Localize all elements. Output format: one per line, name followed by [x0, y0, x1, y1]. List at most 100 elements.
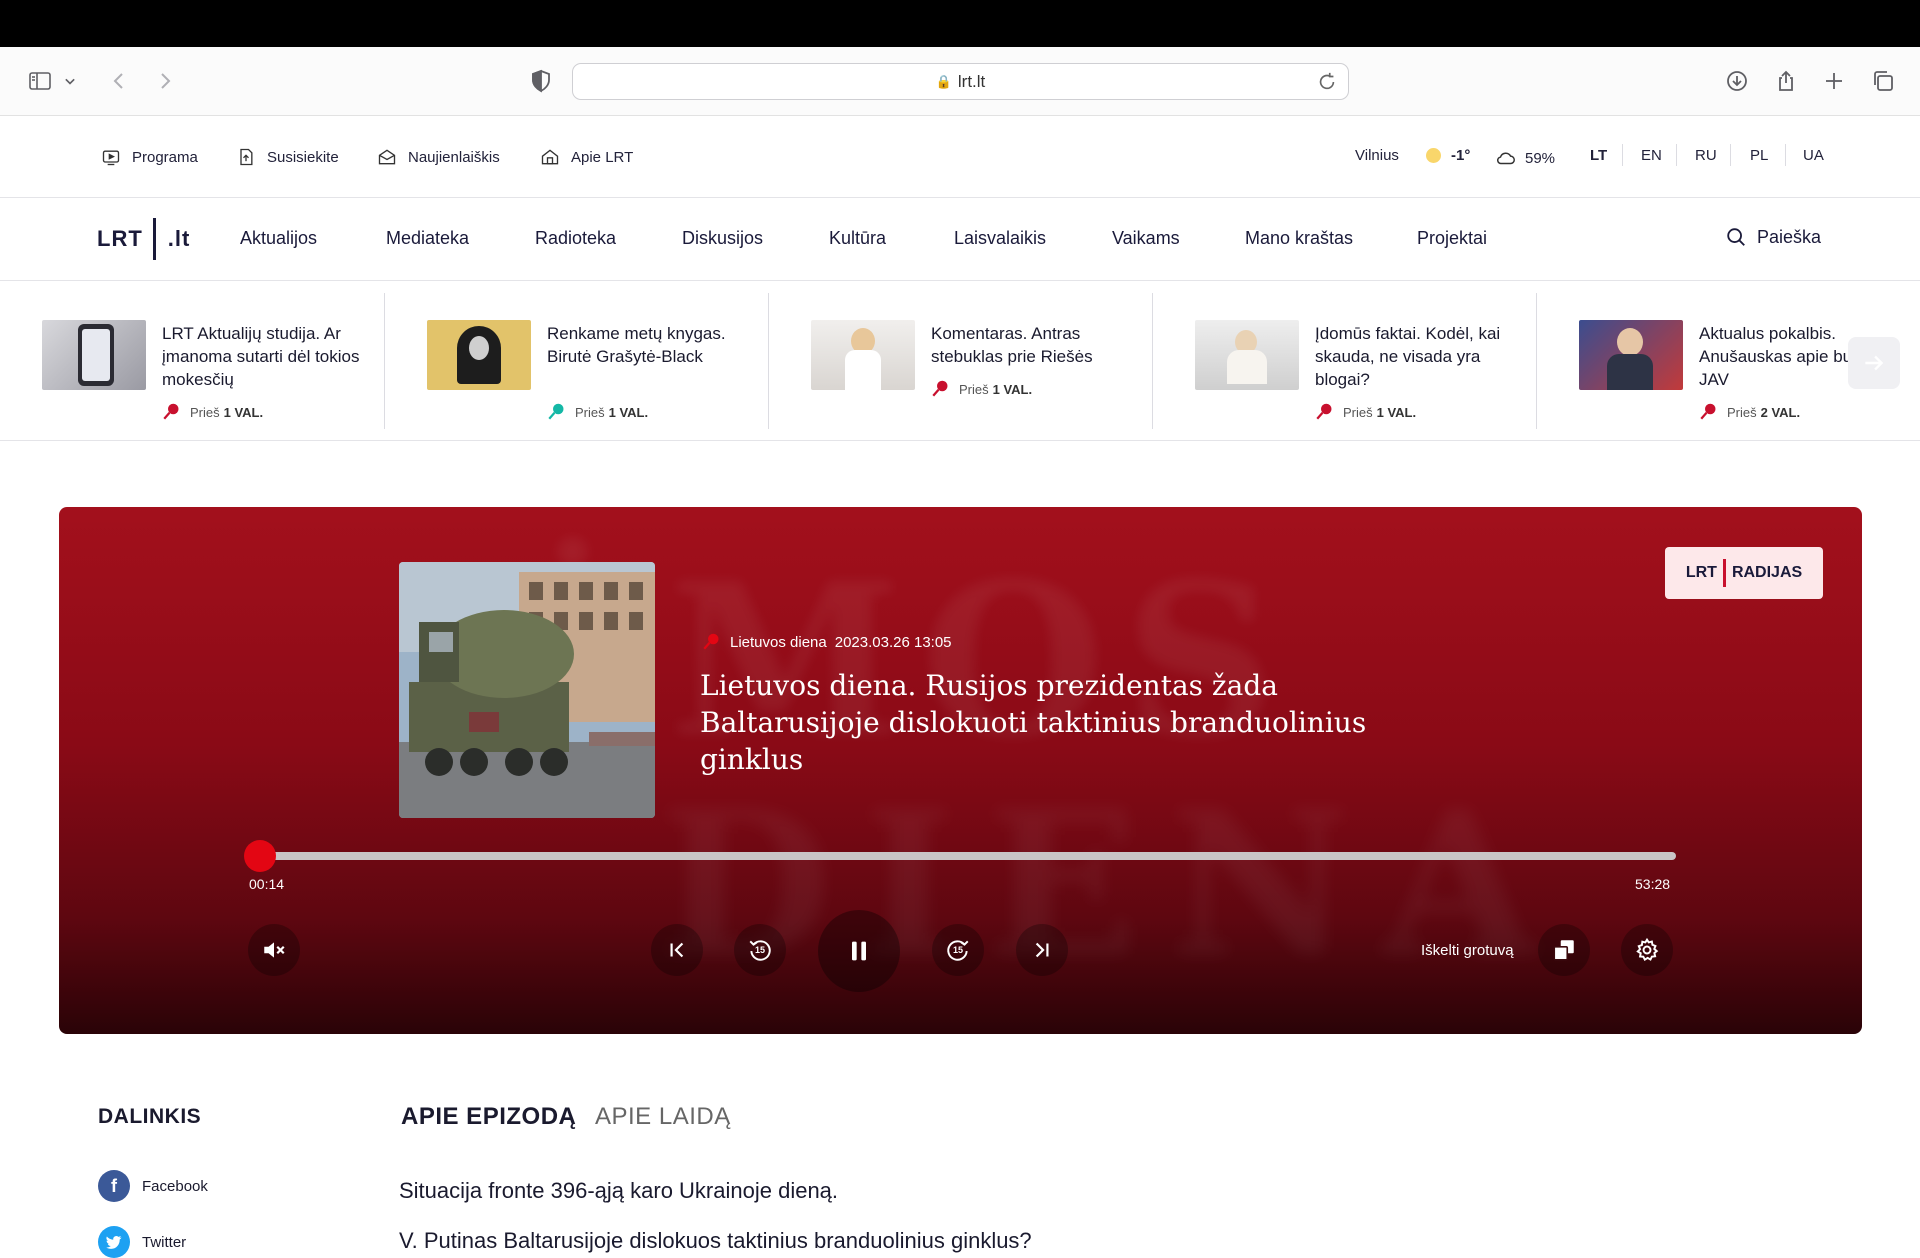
- ticker-item[interactable]: LRT Aktualijų studija. Ar įmanoma sutart…: [0, 292, 384, 430]
- nav-diskusijos[interactable]: Diskusijos: [682, 228, 763, 249]
- thumbnail-image: [1579, 320, 1683, 390]
- popout-icon: [1553, 940, 1574, 961]
- settings-button[interactable]: [1621, 924, 1673, 976]
- next-button[interactable]: [1016, 924, 1068, 976]
- microphone-icon: [1316, 403, 1332, 420]
- utility-bar: Programa Susisiekite Naujienlaiškis Apie…: [0, 116, 1920, 198]
- ticker-meta: Prieš 1 VAL.: [162, 403, 263, 421]
- sidebar-toggle-icon[interactable]: [24, 65, 56, 97]
- shield-icon[interactable]: [525, 65, 557, 97]
- search-button[interactable]: Paieška: [1725, 226, 1821, 248]
- lock-icon: 🔒: [935, 73, 952, 89]
- news-ticker: LRT Aktualijų studija. Ar įmanoma sutart…: [0, 281, 1920, 441]
- url-text: lrt.lt: [957, 71, 986, 91]
- divider: [1622, 144, 1623, 166]
- episode-cover-image: [399, 562, 655, 818]
- upload-doc-icon: [240, 148, 253, 166]
- arrow-right-icon: [1865, 355, 1884, 371]
- facebook-icon: f: [98, 1170, 130, 1202]
- share-icon[interactable]: [1770, 65, 1802, 97]
- ticker-item[interactable]: Įdomūs faktai. Kodėl, kai skauda, ne vis…: [1153, 292, 1537, 430]
- microphone-icon: [548, 403, 564, 420]
- lang-ru[interactable]: RU: [1695, 147, 1717, 164]
- ticker-meta: Prieš 1 VAL.: [1315, 403, 1416, 421]
- tabs-overview-icon[interactable]: [1867, 65, 1899, 97]
- twitter-icon: [98, 1226, 130, 1258]
- nav-mediateka[interactable]: Mediateka: [386, 228, 469, 249]
- show-name[interactable]: Lietuvos diena: [730, 634, 827, 651]
- tab-apie-epizoda[interactable]: APIE EPIZODĄ: [401, 1103, 576, 1131]
- forward-icon[interactable]: [149, 65, 181, 97]
- util-item-naujienlaiskis[interactable]: Naujienlaiškis: [377, 147, 500, 167]
- chevron-down-icon[interactable]: [60, 65, 80, 97]
- lang-lt[interactable]: LT: [1590, 147, 1607, 164]
- lang-en[interactable]: EN: [1641, 147, 1662, 164]
- lang-pl[interactable]: PL: [1750, 147, 1768, 164]
- reload-icon[interactable]: [1316, 71, 1338, 93]
- share-twitter[interactable]: Twitter: [98, 1226, 186, 1258]
- rewind-15-button[interactable]: 15: [734, 924, 786, 976]
- microphone-icon: [1700, 403, 1716, 420]
- util-item-susisiekite[interactable]: Susisiekite: [236, 147, 339, 167]
- nav-aktualijos[interactable]: Aktualijos: [240, 228, 317, 249]
- divider: [1676, 144, 1677, 166]
- lrt-logo[interactable]: LRT .lt: [97, 218, 190, 260]
- gear-icon: [1636, 937, 1659, 962]
- nav-projektai[interactable]: Projektai: [1417, 228, 1487, 249]
- mute-button[interactable]: [248, 924, 300, 976]
- microphone-icon: [163, 403, 179, 420]
- ticker-item[interactable]: Komentaras. Antras stebuklas prie Riešės…: [769, 292, 1153, 430]
- main-navigation: LRT .lt Aktualijos Mediateka Radioteka D…: [0, 198, 1920, 281]
- nav-vaikams[interactable]: Vaikams: [1112, 228, 1180, 249]
- forward-15-button[interactable]: 15: [932, 924, 984, 976]
- search-icon: [1727, 228, 1745, 246]
- cloud-icon: [1497, 152, 1515, 165]
- popout-label[interactable]: Iškelti grotuvą: [1421, 942, 1514, 959]
- pause-button[interactable]: [818, 910, 900, 992]
- thumbnail-image: [1195, 320, 1299, 390]
- nav-mano-krastas[interactable]: Mano kraštas: [1245, 228, 1353, 249]
- system-status-bar: [0, 0, 1920, 47]
- progress-bar[interactable]: [244, 840, 1676, 872]
- weather-city: Vilnius: [1355, 147, 1399, 164]
- util-item-apie-lrt[interactable]: Apie LRT: [540, 147, 633, 167]
- back-icon[interactable]: [103, 65, 135, 97]
- divider: [1785, 144, 1786, 166]
- envelope-icon: [378, 149, 396, 165]
- audio-player: ĖMOS DIENA LRT RADIJAS Lietuvos diena 20…: [59, 507, 1862, 1034]
- tv-icon: [102, 150, 120, 166]
- weather-temp: -1°: [1426, 147, 1470, 164]
- sun-icon: [1426, 148, 1441, 163]
- util-item-programa[interactable]: Programa: [101, 147, 198, 167]
- share-facebook[interactable]: f Facebook: [98, 1170, 208, 1202]
- nav-laisvalaikis[interactable]: Laisvalaikis: [954, 228, 1046, 249]
- microphone-icon: [932, 380, 948, 397]
- skip-next-icon: [1035, 942, 1049, 958]
- total-duration: 53:28: [1635, 876, 1671, 892]
- progress-handle[interactable]: [244, 840, 277, 872]
- ticker-title: Renkame metų knygas. Birutė Grašytė-Blac…: [547, 324, 726, 366]
- browser-toolbar: 🔒 lrt.lt: [0, 47, 1920, 116]
- download-icon[interactable]: [1721, 65, 1753, 97]
- episode-title: Lietuvos diena. Rusijos prezidentas žada…: [700, 669, 1367, 776]
- thumbnail-image: [42, 320, 146, 390]
- ticker-next-button[interactable]: [1848, 337, 1900, 389]
- logo-divider: [152, 218, 156, 260]
- previous-button[interactable]: [651, 924, 703, 976]
- ticker-title: Komentaras. Antras stebuklas prie Riešės: [931, 324, 1093, 366]
- ticker-item[interactable]: Renkame metų knygas. Birutė Grašytė-Blac…: [385, 292, 769, 430]
- pause-icon: [852, 941, 866, 961]
- lang-ua[interactable]: UA: [1803, 147, 1824, 164]
- lrt-radijas-badge[interactable]: LRT RADIJAS: [1665, 547, 1823, 599]
- popout-player-button[interactable]: [1538, 924, 1590, 976]
- thumbnail-image: [427, 320, 531, 390]
- nav-radioteka[interactable]: Radioteka: [535, 228, 616, 249]
- nav-kultura[interactable]: Kultūra: [829, 228, 886, 249]
- tab-apie-laida[interactable]: APIE LAIDĄ: [595, 1103, 731, 1131]
- address-bar[interactable]: 🔒 lrt.lt: [572, 63, 1349, 100]
- ticker-meta: Prieš 1 VAL.: [931, 380, 1032, 398]
- divider: [1730, 144, 1731, 166]
- background-blur: DIENA: [659, 767, 1567, 1002]
- volume-muted-icon: [264, 942, 285, 958]
- new-tab-icon[interactable]: [1818, 65, 1850, 97]
